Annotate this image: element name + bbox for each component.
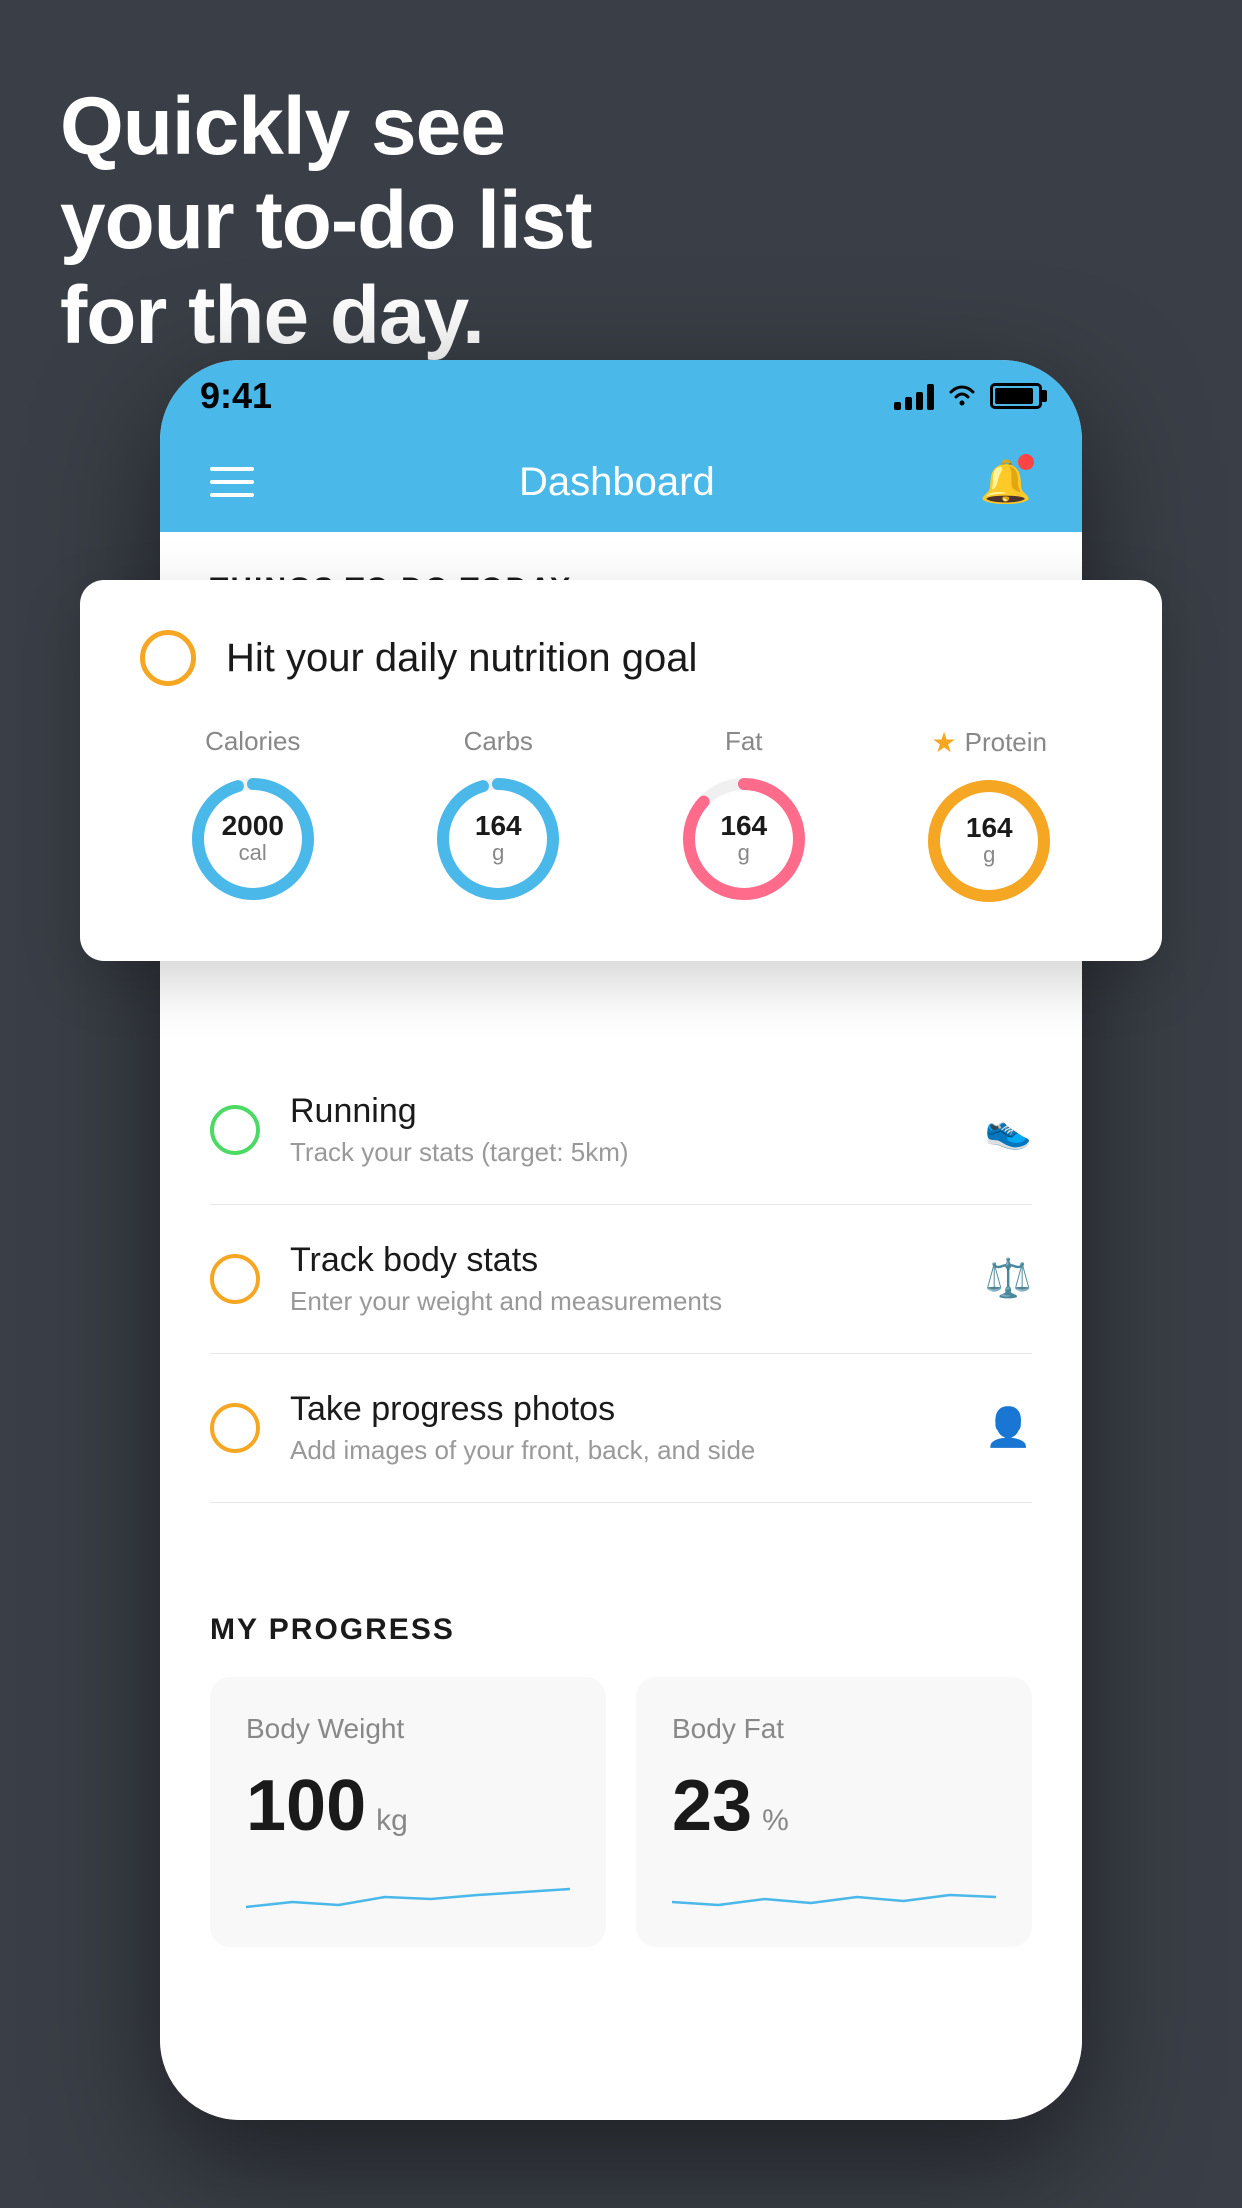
nutrition-calories: Calories 2000 cal: [183, 726, 323, 909]
carbs-value: 164: [475, 812, 522, 840]
hero-line3: for the day.: [60, 270, 484, 361]
header-title: Dashboard: [519, 460, 715, 505]
nutrition-fat: Fat 164 g: [674, 726, 814, 909]
todo-title-running: Running: [290, 1092, 629, 1131]
calories-value: 2000: [222, 812, 284, 840]
status-time: 9:41: [200, 375, 272, 417]
body-fat-label: Body Fat: [672, 1713, 996, 1745]
progress-title: MY PROGRESS: [210, 1613, 1032, 1647]
todo-item-photos[interactable]: Take progress photos Add images of your …: [210, 1354, 1032, 1503]
fat-unit: g: [720, 840, 767, 866]
todo-circle-body-stats: [210, 1254, 260, 1304]
carbs-donut: 164 g: [428, 769, 568, 909]
calories-donut: 2000 cal: [183, 769, 323, 909]
calories-unit: cal: [222, 840, 284, 866]
card-circle-check: [140, 630, 196, 686]
fat-value: 164: [720, 812, 767, 840]
body-fat-number: 23: [672, 1765, 752, 1847]
todo-item-body-stats[interactable]: Track body stats Enter your weight and m…: [210, 1205, 1032, 1354]
signal-icon: [894, 382, 934, 410]
protein-value: 164: [966, 814, 1013, 842]
body-fat-card[interactable]: Body Fat 23 %: [636, 1677, 1032, 1947]
hamburger-button[interactable]: [210, 467, 254, 497]
star-icon: ★: [932, 726, 957, 759]
progress-cards: Body Weight 100 kg Body Fat 23: [210, 1677, 1032, 1947]
todo-left: Running Track your stats (target: 5km): [210, 1092, 629, 1168]
body-fat-chart: [672, 1867, 996, 1927]
carbs-unit: g: [475, 840, 522, 866]
body-fat-value: 23 %: [672, 1765, 996, 1847]
nutrition-protein: ★ Protein 164 g: [919, 726, 1059, 911]
floating-nutrition-card: Hit your daily nutrition goal Calories 2…: [80, 580, 1162, 961]
shoe-icon: 👟: [985, 1108, 1032, 1152]
card-title: Hit your daily nutrition goal: [226, 636, 697, 681]
body-weight-label: Body Weight: [246, 1713, 570, 1745]
person-icon: 👤: [985, 1406, 1032, 1450]
protein-label: ★ Protein: [932, 726, 1048, 759]
notification-dot: [1018, 454, 1034, 470]
progress-section: MY PROGRESS Body Weight 100 kg Body: [160, 1563, 1082, 1987]
scale-icon: ⚖️: [985, 1257, 1032, 1301]
battery-icon: [990, 383, 1042, 409]
todo-left: Track body stats Enter your weight and m…: [210, 1241, 722, 1317]
body-weight-unit: kg: [376, 1804, 408, 1838]
hero-line1: Quickly see: [60, 81, 505, 172]
todo-subtitle-photos: Add images of your front, back, and side: [290, 1435, 755, 1466]
nutrition-grid: Calories 2000 cal Carbs: [140, 726, 1102, 911]
todo-subtitle-body-stats: Enter your weight and measurements: [290, 1286, 722, 1317]
carbs-label: Carbs: [464, 726, 533, 757]
body-weight-chart: [246, 1867, 570, 1927]
status-icons: [894, 382, 1042, 410]
todo-subtitle-running: Track your stats (target: 5km): [290, 1137, 629, 1168]
wifi-icon: [946, 384, 978, 408]
app-header: Dashboard 🔔: [160, 432, 1082, 532]
body-weight-value: 100 kg: [246, 1765, 570, 1847]
card-header: Hit your daily nutrition goal: [140, 630, 1102, 686]
todo-left: Take progress photos Add images of your …: [210, 1390, 755, 1466]
fat-label: Fat: [725, 726, 763, 757]
todo-item-running[interactable]: Running Track your stats (target: 5km) 👟: [210, 1056, 1032, 1205]
todo-circle-photos: [210, 1403, 260, 1453]
body-weight-number: 100: [246, 1765, 366, 1847]
hero-line2: your to-do list: [60, 175, 592, 266]
nutrition-carbs: Carbs 164 g: [428, 726, 568, 909]
todo-title-body-stats: Track body stats: [290, 1241, 722, 1280]
todo-list: Running Track your stats (target: 5km) 👟…: [160, 1056, 1082, 1503]
body-weight-card[interactable]: Body Weight 100 kg: [210, 1677, 606, 1947]
body-fat-unit: %: [762, 1804, 789, 1838]
todo-title-photos: Take progress photos: [290, 1390, 755, 1429]
protein-unit: g: [966, 842, 1013, 868]
hero-text: Quickly see your to-do list for the day.: [60, 80, 592, 363]
status-bar: 9:41: [160, 360, 1082, 432]
calories-label: Calories: [205, 726, 300, 757]
protein-donut: 164 g: [919, 771, 1059, 911]
fat-donut: 164 g: [674, 769, 814, 909]
notification-button[interactable]: 🔔: [980, 458, 1032, 507]
todo-circle-running: [210, 1105, 260, 1155]
